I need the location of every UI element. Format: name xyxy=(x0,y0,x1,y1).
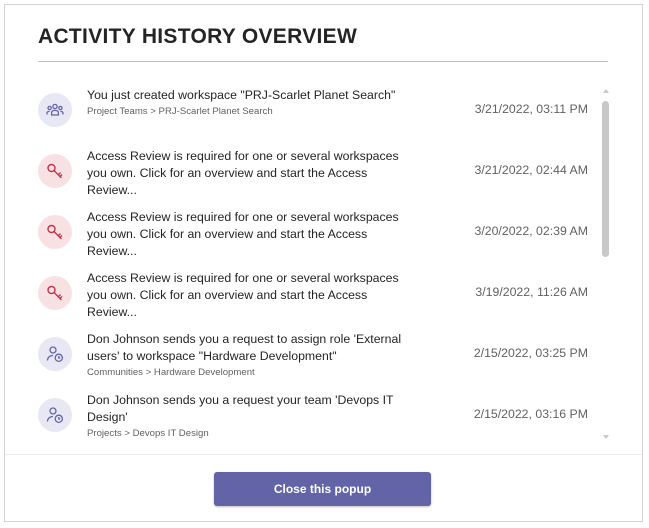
title-divider xyxy=(38,61,608,62)
activity-text: Access Review is required for one or sev… xyxy=(87,210,399,258)
activity-date: 3/19/2022, 11:26 AM xyxy=(475,285,588,299)
activity-breadcrumb: Projects > Devops IT Design xyxy=(87,428,209,439)
scroll-thumb[interactable] xyxy=(602,101,609,257)
team-icon xyxy=(38,93,72,127)
activity-item[interactable]: Access Review is required for one or sev… xyxy=(31,201,591,262)
activity-text: Don Johnson sends you a request to assig… xyxy=(87,332,402,363)
activity-item[interactable]: Access Review is required for one or sev… xyxy=(31,262,591,323)
key-icon xyxy=(38,215,72,249)
activity-date: 2/15/2022, 03:16 PM xyxy=(473,407,588,421)
scroll-up-arrow-icon[interactable] xyxy=(603,89,609,93)
popup-title: ACTIVITY HISTORY OVERVIEW xyxy=(38,25,358,48)
activity-list[interactable]: You just created workspace "PRJ-Scarlet … xyxy=(31,79,591,441)
activity-date: 3/20/2022, 02:39 AM xyxy=(474,224,589,238)
activity-text: Access Review is required for one or sev… xyxy=(87,271,399,319)
list-scrollbar[interactable] xyxy=(601,89,611,439)
key-icon xyxy=(38,154,72,188)
key-icon xyxy=(38,276,72,310)
person-clock-icon xyxy=(38,398,72,432)
activity-date: 2/15/2022, 03:25 PM xyxy=(473,346,588,360)
scroll-down-arrow-icon[interactable] xyxy=(603,435,609,439)
activity-text: You just created workspace "PRJ-Scarlet … xyxy=(87,88,396,102)
activity-item[interactable]: You just created workspace "PRJ-Scarlet … xyxy=(31,79,591,140)
activity-date: 3/21/2022, 02:44 AM xyxy=(474,163,589,177)
activity-date: 3/21/2022, 03:11 PM xyxy=(474,102,588,116)
close-popup-button[interactable]: Close this popup xyxy=(214,472,431,506)
activity-item[interactable]: Access Review is required for one or sev… xyxy=(31,140,591,201)
activity-item[interactable]: Don Johnson sends you a request your tea… xyxy=(31,384,591,441)
activity-item[interactable]: Don Johnson sends you a request to assig… xyxy=(31,323,591,384)
activity-breadcrumb: Communities > Hardware Development xyxy=(87,367,255,378)
activity-breadcrumb: Project Teams > PRJ-Scarlet Planet Searc… xyxy=(87,106,273,117)
activity-history-popup: ACTIVITY HISTORY OVERVIEW You just creat… xyxy=(4,4,643,522)
person-clock-icon xyxy=(38,337,72,371)
activity-text: Don Johnson sends you a request your tea… xyxy=(87,393,394,424)
activity-text: Access Review is required for one or sev… xyxy=(87,149,399,197)
footer-divider xyxy=(5,454,642,455)
